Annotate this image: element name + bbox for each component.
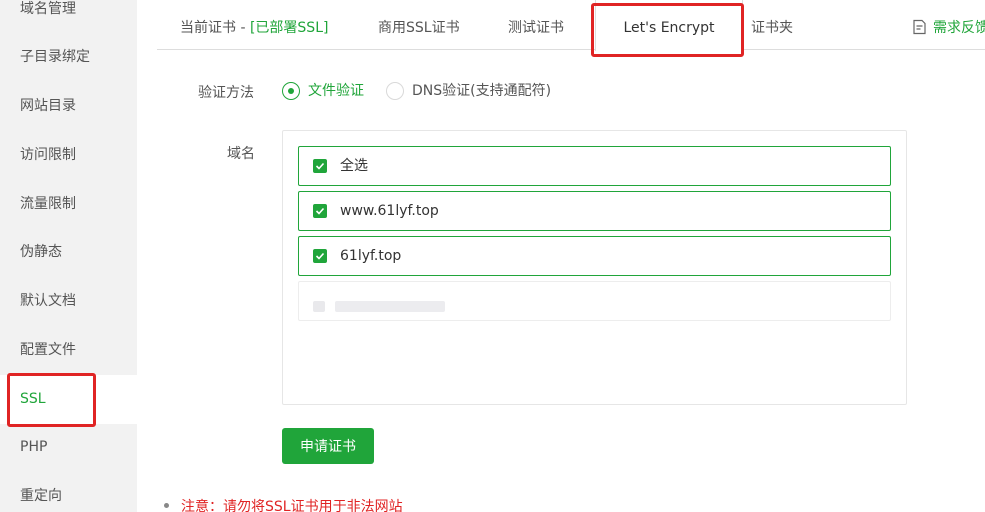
sidebar-item-traffic-limit[interactable]: 流量限制 [0, 180, 137, 229]
tab-current-cert-label: 当前证书 - [180, 20, 250, 36]
domain-label: 域名 [227, 146, 255, 162]
sidebar-item-label: 伪静态 [20, 244, 62, 260]
sidebar-item-label: 重定向 [20, 488, 62, 504]
sidebar-item-redirect[interactable]: 重定向 [0, 472, 137, 512]
sidebar-item-ssl[interactable]: SSL [0, 375, 137, 424]
tab-cert-folder[interactable]: 证书夹 [751, 0, 793, 50]
tab-label: 商用SSL证书 [378, 20, 460, 36]
redacted-blur [313, 301, 325, 312]
sidebar-item-site-directory[interactable]: 网站目录 [0, 82, 137, 131]
redacted-blur [335, 301, 445, 312]
verify-method-label: 验证方法 [198, 85, 254, 101]
sidebar-item-label: SSL [20, 391, 46, 407]
tab-commercial-ssl[interactable]: 商用SSL证书 [378, 0, 460, 50]
tab-letsencrypt[interactable]: Let's Encrypt [595, 0, 743, 51]
checkbox-domain-redacted[interactable] [298, 281, 891, 321]
checkbox-domain-www[interactable]: www.61lyf.top [298, 191, 891, 231]
ssl-tab-bar: 当前证书 - [已部署SSL] 商用SSL证书 测试证书 Let's Encry… [157, 0, 985, 51]
checkbox-checked-icon [313, 204, 327, 218]
sidebar-item-label: 默认文档 [20, 293, 76, 309]
tab-label: 证书夹 [751, 20, 793, 36]
sidebar-item-config-file[interactable]: 配置文件 [0, 326, 137, 375]
sidebar-item-label: 域名管理 [20, 1, 76, 17]
domain-label-text: www.61lyf.top [340, 203, 439, 219]
feedback-label: 需求反馈 [933, 20, 985, 36]
domain-label-text: 全选 [340, 158, 368, 174]
sidebar-item-default-document[interactable]: 默认文档 [0, 277, 137, 326]
radio-label: DNS验证(支持通配符) [412, 83, 552, 99]
checkbox-select-all[interactable]: 全选 [298, 146, 891, 186]
checkbox-checked-icon [313, 159, 327, 173]
sidebar-item-label: 子目录绑定 [20, 49, 90, 65]
sidebar: 域名管理 子目录绑定 网站目录 访问限制 流量限制 伪静态 默认文档 配置文件 … [0, 0, 137, 512]
sidebar-item-label: 流量限制 [20, 196, 76, 212]
sidebar-item-php[interactable]: PHP [0, 423, 137, 472]
sidebar-item-label: 访问限制 [20, 147, 76, 163]
sidebar-item-domain-management[interactable]: 域名管理 [0, 0, 137, 34]
checkbox-domain-root[interactable]: 61lyf.top [298, 236, 891, 276]
tab-label: Let's Encrypt [623, 20, 715, 36]
checkbox-checked-icon [313, 249, 327, 263]
feedback-link[interactable]: 需求反馈 [912, 0, 985, 56]
ssl-deployed-status: [已部署SSL] [249, 20, 329, 36]
sidebar-item-label: 配置文件 [20, 342, 76, 358]
radio-unchecked-icon [386, 82, 404, 100]
tab-test-cert[interactable]: 测试证书 [508, 0, 564, 50]
tab-current-cert[interactable]: 当前证书 - [已部署SSL] [180, 0, 328, 50]
sidebar-item-label: 网站目录 [20, 98, 76, 114]
notice-text: 注意：请勿将SSL证书用于非法网站 [181, 499, 403, 512]
edit-note-icon [913, 19, 926, 35]
domain-label-text: 61lyf.top [340, 248, 402, 264]
sidebar-item-subdirectory-binding[interactable]: 子目录绑定 [0, 33, 137, 82]
sidebar-item-label: PHP [20, 439, 48, 455]
bullet-icon [164, 503, 169, 508]
sidebar-item-pseudo-static[interactable]: 伪静态 [0, 228, 137, 277]
illegal-use-notice: 注意：请勿将SSL证书用于非法网站 [164, 496, 403, 512]
radio-checked-icon [282, 82, 300, 100]
tab-label: 测试证书 [508, 20, 564, 36]
apply-cert-button[interactable]: 申请证书 [282, 428, 374, 464]
radio-label: 文件验证 [308, 83, 364, 99]
sidebar-item-access-restriction[interactable]: 访问限制 [0, 131, 137, 180]
